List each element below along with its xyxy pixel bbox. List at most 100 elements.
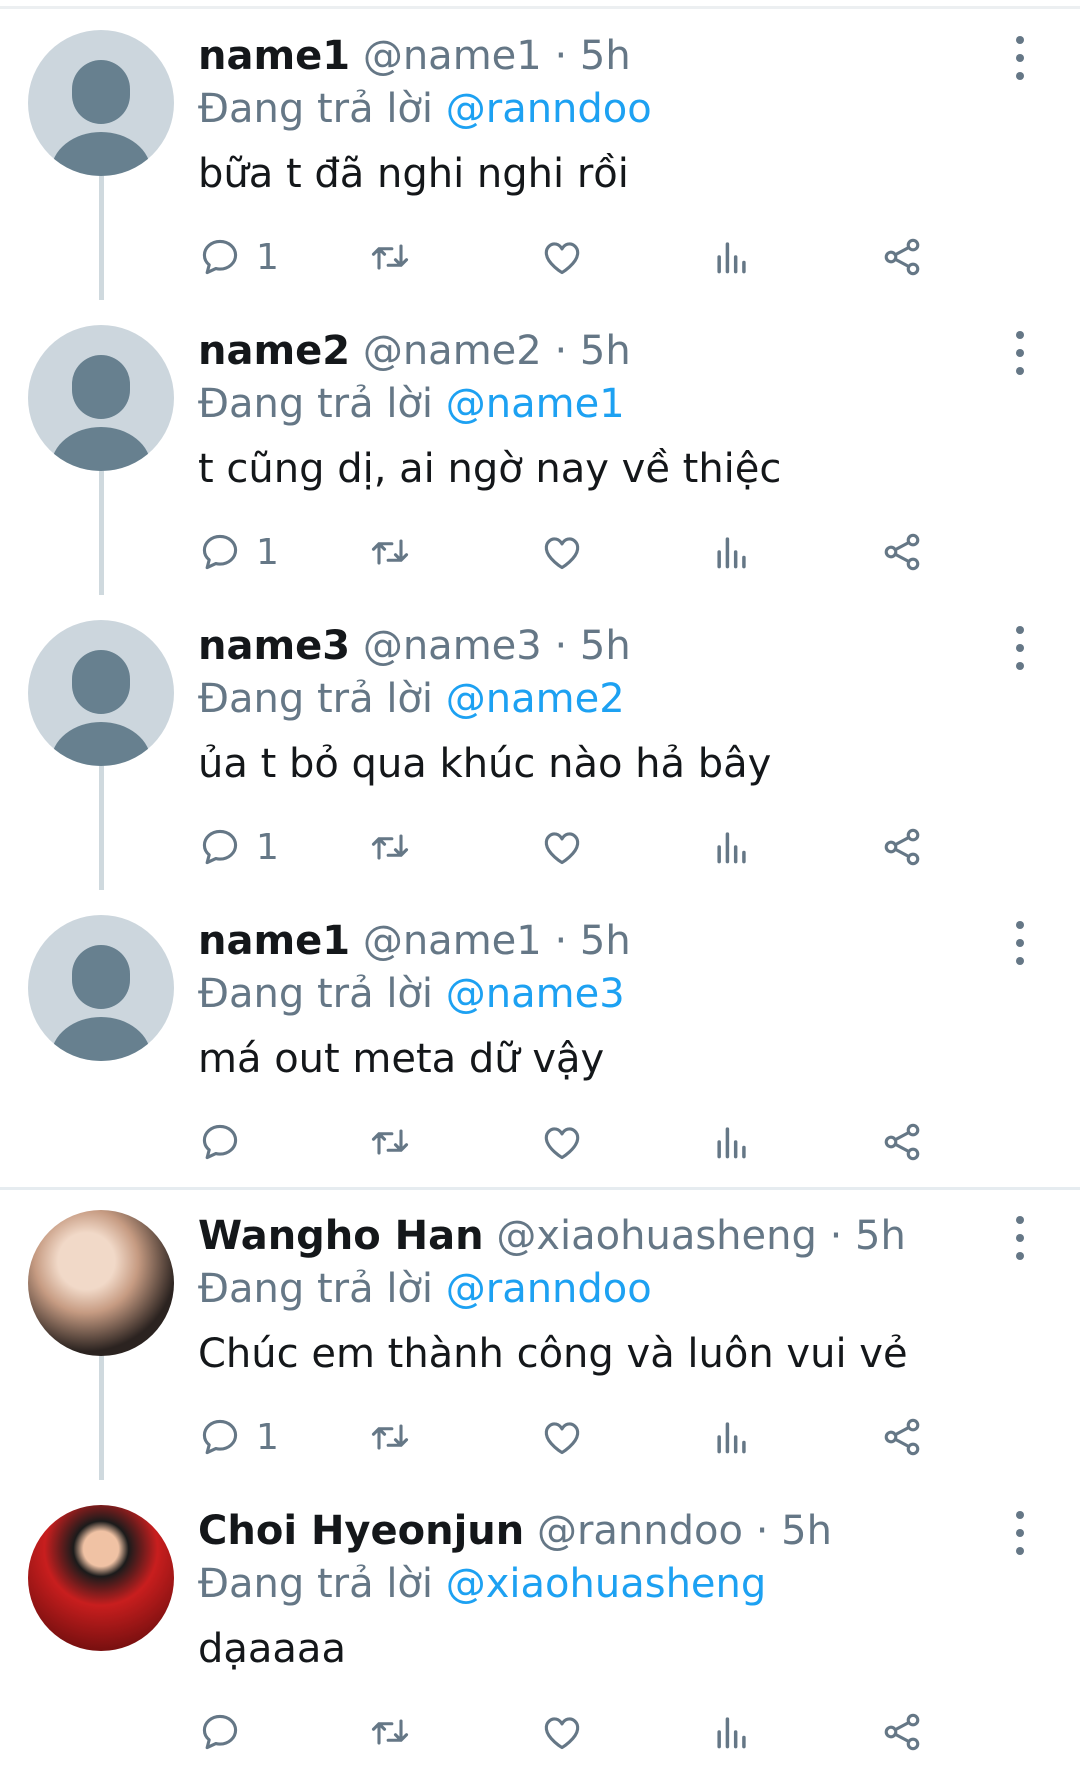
timestamp[interactable]: 5h	[580, 918, 631, 964]
like-button[interactable]	[540, 232, 584, 282]
avatar[interactable]	[28, 915, 174, 1061]
tweet-header: name1 @name1 · 5h	[198, 915, 631, 967]
reply-button[interactable]: 1	[198, 527, 279, 577]
user-handle[interactable]: @name2	[363, 328, 542, 374]
more-vertical-icon[interactable]	[1000, 36, 1040, 80]
avatar[interactable]	[28, 620, 174, 766]
more-vertical-icon[interactable]	[1000, 1511, 1040, 1555]
user-handle[interactable]: @name1	[363, 918, 542, 964]
timestamp[interactable]: 5h	[580, 623, 631, 669]
reply-button[interactable]	[198, 1117, 256, 1167]
display-name[interactable]: name3	[198, 623, 350, 669]
replying-to-label: Đang trả lời	[198, 971, 434, 1017]
replying-to-label: Đang trả lời	[198, 86, 434, 132]
share-button[interactable]	[880, 1412, 924, 1462]
mention-link[interactable]: @name1	[446, 381, 625, 427]
analytics-icon	[717, 1422, 746, 1454]
retweet-button[interactable]	[368, 822, 412, 872]
retweet-icon	[371, 834, 409, 860]
retweet-button[interactable]	[368, 1117, 412, 1167]
like-icon	[544, 242, 580, 275]
mention-link[interactable]: @ranndoo	[446, 1266, 652, 1312]
avatar[interactable]	[28, 30, 174, 176]
reply-icon	[202, 239, 238, 275]
mention-link[interactable]: @xiaohuasheng	[446, 1561, 767, 1607]
analytics-button[interactable]	[710, 1117, 754, 1167]
tweet-header: name2 @name2 · 5h	[198, 325, 631, 377]
retweet-icon	[371, 244, 409, 270]
mention-link[interactable]: @name2	[446, 676, 625, 722]
more-vertical-icon[interactable]	[1000, 331, 1040, 375]
analytics-icon	[717, 1717, 746, 1749]
more-vertical-icon[interactable]	[1000, 1216, 1040, 1260]
user-handle[interactable]: @name3	[363, 623, 542, 669]
more-vertical-icon[interactable]	[1000, 626, 1040, 670]
replying-to: Đang trả lời @ranndoo	[198, 83, 652, 135]
retweet-button[interactable]	[368, 1412, 412, 1462]
like-icon	[544, 1717, 580, 1750]
display-name[interactable]: name1	[198, 33, 350, 79]
user-handle[interactable]: @xiaohuasheng	[496, 1213, 817, 1259]
retweet-button[interactable]	[368, 527, 412, 577]
meta-separator: ·	[554, 328, 568, 374]
tweet[interactable]: name1 @name1 · 5h Đang trả lời @ranndoo …	[0, 0, 1080, 300]
share-button[interactable]	[880, 1707, 924, 1757]
mention-link[interactable]: @ranndoo	[446, 86, 652, 132]
user-handle[interactable]: @ranndoo	[537, 1508, 743, 1554]
analytics-button[interactable]	[710, 1412, 754, 1462]
reply-icon	[202, 1419, 238, 1455]
reply-button[interactable]: 1	[198, 1412, 279, 1462]
timestamp[interactable]: 5h	[781, 1508, 832, 1554]
share-icon	[884, 238, 920, 276]
retweet-button[interactable]	[368, 1707, 412, 1757]
share-button[interactable]	[880, 527, 924, 577]
analytics-button[interactable]	[710, 232, 754, 282]
tweet-text: t cũng dị, ai ngờ nay về thiệc	[198, 446, 782, 492]
analytics-button[interactable]	[710, 527, 754, 577]
analytics-button[interactable]	[710, 1707, 754, 1757]
display-name[interactable]: name2	[198, 328, 350, 374]
reply-button[interactable]: 1	[198, 232, 279, 282]
avatar[interactable]	[28, 1210, 174, 1356]
reply-button[interactable]: 1	[198, 822, 279, 872]
more-vertical-icon[interactable]	[1000, 921, 1040, 965]
meta-separator: ·	[755, 1508, 769, 1554]
share-button[interactable]	[880, 232, 924, 282]
display-name[interactable]: name1	[198, 918, 350, 964]
mention-link[interactable]: @name3	[446, 971, 625, 1017]
like-icon	[544, 537, 580, 570]
tweet[interactable]: name2 @name2 · 5h Đang trả lời @name1 t …	[0, 295, 1080, 595]
tweet[interactable]: name3 @name3 · 5h Đang trả lời @name2 ủa…	[0, 590, 1080, 890]
share-button[interactable]	[880, 822, 924, 872]
timestamp[interactable]: 5h	[580, 33, 631, 79]
timestamp[interactable]: 5h	[580, 328, 631, 374]
reply-button[interactable]	[198, 1707, 256, 1757]
timestamp[interactable]: 5h	[855, 1213, 906, 1259]
reply-count: 1	[256, 1416, 279, 1458]
replying-to-label: Đang trả lời	[198, 1561, 434, 1607]
share-button[interactable]	[880, 1117, 924, 1167]
like-button[interactable]	[540, 1117, 584, 1167]
tweet[interactable]: Choi Hyeonjun @ranndoo · 5h Đang trả lời…	[0, 1475, 1080, 1770]
avatar[interactable]	[28, 325, 174, 471]
tweet-text: má out meta dữ vậy	[198, 1036, 605, 1082]
retweet-button[interactable]	[368, 232, 412, 282]
like-button[interactable]	[540, 1707, 584, 1757]
share-icon	[884, 828, 920, 866]
reply-icon	[202, 1714, 238, 1750]
like-button[interactable]	[540, 527, 584, 577]
display-name[interactable]: Choi Hyeonjun	[198, 1508, 524, 1554]
replying-to: Đang trả lời @name2	[198, 673, 625, 725]
share-icon	[884, 1418, 920, 1456]
tweet[interactable]: Wangho Han @xiaohuasheng · 5h Đang trả l…	[0, 1180, 1080, 1480]
like-button[interactable]	[540, 1412, 584, 1462]
analytics-button[interactable]	[710, 822, 754, 872]
tweet-actions: 1	[198, 527, 1018, 577]
tweet[interactable]: name1 @name1 · 5h Đang trả lời @name3 má…	[0, 885, 1080, 1180]
like-button[interactable]	[540, 822, 584, 872]
like-icon	[544, 832, 580, 865]
user-handle[interactable]: @name1	[363, 33, 542, 79]
display-name[interactable]: Wangho Han	[198, 1213, 484, 1259]
avatar[interactable]	[28, 1505, 174, 1651]
tweet-text: bữa t đã nghi nghi rồi	[198, 151, 629, 197]
